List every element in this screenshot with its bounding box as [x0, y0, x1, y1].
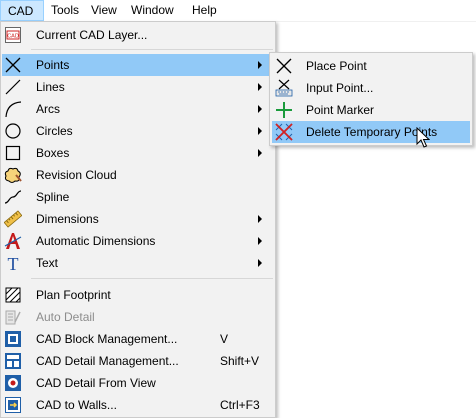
submenu-arrow-icon	[258, 61, 262, 69]
menu-item-dimensions[interactable]: Dimensions	[2, 208, 274, 230]
svg-text:T: T	[8, 254, 19, 272]
menu-separator	[31, 278, 273, 279]
submenu-item-place-point[interactable]: Place Point	[272, 55, 470, 77]
revision-cloud-icon	[4, 166, 22, 184]
menu-item-revision-cloud[interactable]: Revision Cloud	[2, 164, 274, 186]
mouse-cursor-icon	[416, 127, 430, 149]
submenu-arrow-icon	[258, 215, 262, 223]
plan-footprint-icon	[4, 286, 22, 304]
circle-icon	[4, 122, 22, 140]
submenu-arrow-icon	[258, 237, 262, 245]
menu-cad[interactable]: CAD	[0, 0, 44, 21]
menu-item-circles[interactable]: Circles	[2, 120, 274, 142]
menu-item-arcs[interactable]: Arcs	[2, 98, 274, 120]
auto-dimension-icon	[4, 232, 22, 250]
menu-separator	[31, 49, 273, 50]
submenu-item-point-marker[interactable]: Point Marker	[272, 99, 470, 121]
cad-to-walls-icon	[4, 396, 22, 414]
menu-tools[interactable]: Tools	[44, 0, 86, 21]
menu-item-current-cad-layer[interactable]: CAD Current CAD Layer...	[2, 24, 274, 46]
points-x-icon	[4, 56, 22, 74]
cad-layer-icon: CAD	[4, 26, 22, 44]
box-icon	[4, 144, 22, 162]
menu-item-auto-detail[interactable]: Auto Detail	[2, 306, 274, 328]
svg-text:CAD: CAD	[7, 34, 19, 40]
menu-item-boxes[interactable]: Boxes	[2, 142, 274, 164]
menu-item-automatic-dimensions[interactable]: Automatic Dimensions	[2, 230, 274, 252]
menu-view[interactable]: View	[84, 0, 124, 21]
cad-detail-icon	[4, 352, 22, 370]
line-icon	[4, 78, 22, 96]
menu-help[interactable]: Help	[185, 0, 224, 21]
menu-window[interactable]: Window	[124, 0, 181, 21]
menu-item-spline[interactable]: Spline	[2, 186, 274, 208]
cad-dropdown-menu: CAD Current CAD Layer... Points Lines Ar…	[0, 21, 276, 418]
dimension-ruler-icon	[4, 210, 22, 228]
menu-item-cad-detail-management[interactable]: CAD Detail Management... Shift+V	[2, 350, 274, 372]
menu-bar: CAD Tools View Window Help	[0, 0, 476, 22]
auto-detail-icon	[4, 308, 22, 326]
menu-item-points[interactable]: Points	[2, 54, 274, 76]
menu-item-cad-block-management[interactable]: CAD Block Management... V	[2, 328, 274, 350]
menu-item-plan-footprint[interactable]: Plan Footprint	[2, 284, 274, 306]
submenu-arrow-icon	[258, 259, 262, 267]
text-icon: T	[4, 254, 22, 272]
submenu-arrow-icon	[258, 149, 262, 157]
spline-icon	[4, 188, 22, 206]
submenu-item-input-point[interactable]: Input Point...	[272, 77, 470, 99]
cad-block-icon	[4, 330, 22, 348]
submenu-arrow-icon	[258, 127, 262, 135]
menu-item-cad-to-walls[interactable]: CAD to Walls... Ctrl+F3	[2, 394, 274, 416]
place-point-icon	[275, 57, 293, 75]
delete-temp-points-icon	[275, 123, 293, 141]
menu-item-text[interactable]: T Text	[2, 252, 274, 274]
arc-icon	[4, 100, 22, 118]
detail-from-view-icon	[4, 374, 22, 392]
submenu-arrow-icon	[258, 105, 262, 113]
points-submenu: Place Point Input Point... Point Marker …	[269, 52, 473, 146]
input-point-icon	[275, 79, 293, 97]
submenu-item-delete-temporary-points[interactable]: Delete Temporary Points	[272, 121, 470, 143]
submenu-arrow-icon	[258, 83, 262, 91]
menu-item-cad-detail-from-view[interactable]: CAD Detail From View	[2, 372, 274, 394]
point-marker-icon	[275, 101, 293, 119]
menu-item-lines[interactable]: Lines	[2, 76, 274, 98]
